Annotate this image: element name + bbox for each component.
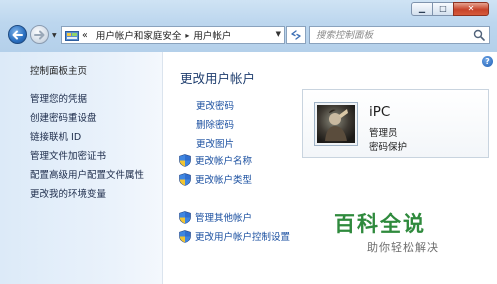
refresh-button[interactable]: [286, 26, 306, 44]
forward-button[interactable]: [30, 25, 49, 44]
forward-arrow-icon: [34, 30, 45, 39]
history-dropdown-icon[interactable]: ▼: [52, 32, 57, 39]
search-icon[interactable]: [473, 29, 485, 41]
breadcrumb-user-accounts[interactable]: 用户帐户: [193, 28, 231, 42]
address-bar[interactable]: « 用户帐户和家庭安全 ▸ 用户帐户 ▼: [61, 26, 285, 44]
change-account-type-label: 更改帐户类型: [195, 175, 253, 186]
user-account-card: iPC 管理员 密码保护: [302, 89, 489, 158]
nav-manage-credentials[interactable]: 管理您的凭据: [30, 91, 87, 105]
maximize-button[interactable]: □: [432, 2, 454, 16]
user-name: iPC: [369, 104, 391, 120]
maximize-icon: □: [439, 4, 447, 13]
control-panel-home-link[interactable]: 控制面板主页: [30, 63, 87, 77]
remove-password-link[interactable]: 删除密码: [196, 117, 234, 131]
manage-other-accounts-label: 管理其他帐户: [195, 213, 253, 224]
window-controls: ▁ □ ✕: [411, 2, 489, 16]
address-dropdown-icon[interactable]: ▼: [276, 30, 281, 38]
change-uac-settings-link[interactable]: 更改用户帐户控制设置: [179, 229, 290, 243]
close-icon: ✕: [467, 4, 475, 13]
search-box[interactable]: [309, 26, 490, 44]
change-picture-link[interactable]: 更改图片: [196, 136, 234, 150]
change-password-link[interactable]: 更改密码: [196, 98, 234, 112]
change-uac-settings-label: 更改用户帐户控制设置: [195, 232, 291, 243]
window-titlebar: ▁ □ ✕ ▼ « 用户帐户和家庭安全 ▸ 用户帐户 ▼: [0, 0, 497, 52]
uac-shield-icon: [179, 210, 191, 224]
close-button[interactable]: ✕: [453, 2, 489, 16]
change-account-type-link[interactable]: 更改帐户类型: [179, 172, 252, 186]
page-title: 更改用户帐户: [180, 71, 256, 86]
control-panel-icon: [65, 30, 79, 41]
nav-link-online-id[interactable]: 链接联机 ID: [30, 129, 81, 143]
uac-shield-icon: [179, 172, 191, 186]
breadcrumb-user-accounts-family[interactable]: 用户帐户和家庭安全: [96, 28, 182, 42]
refresh-icon: [291, 30, 301, 40]
manage-other-accounts-link[interactable]: 管理其他帐户: [179, 210, 252, 224]
nav-create-password-reset-disk[interactable]: 创建密码重设盘: [30, 110, 97, 124]
minimize-button[interactable]: ▁: [411, 2, 433, 16]
search-input[interactable]: [314, 28, 468, 42]
main-content: ? 更改用户帐户 更改密码 删除密码 更改图片 更改帐户名称 更改帐户类型 管理…: [163, 52, 497, 284]
user-password-status: 密码保护: [369, 142, 408, 153]
breadcrumb-separator-icon[interactable]: ▸: [185, 31, 189, 40]
user-picture-icon: [317, 105, 355, 143]
nav-change-environment-variables[interactable]: 更改我的环境变量: [30, 186, 106, 200]
uac-shield-icon: [179, 229, 191, 243]
back-arrow-icon: [12, 30, 23, 39]
help-icon[interactable]: ?: [482, 56, 493, 67]
back-button[interactable]: [8, 25, 27, 44]
breadcrumb-overflow[interactable]: «: [82, 30, 88, 41]
avatar: [314, 102, 358, 146]
uac-shield-icon: [179, 153, 191, 167]
left-nav-pane: 控制面板主页 管理您的凭据 创建密码重设盘 链接联机 ID 管理文件加密证书 配…: [0, 52, 163, 284]
change-account-name-link[interactable]: 更改帐户名称: [179, 153, 252, 167]
nav-advanced-user-profile-props[interactable]: 配置高级用户配置文件属性: [30, 167, 144, 181]
user-role: 管理员: [369, 128, 398, 139]
minimize-icon: ▁: [418, 4, 426, 13]
watermark-title: 百科全说: [334, 212, 426, 236]
change-account-name-label: 更改帐户名称: [195, 156, 253, 167]
nav-manage-file-encryption-certs[interactable]: 管理文件加密证书: [30, 148, 106, 162]
watermark-subtitle: 助你轻松解决: [367, 241, 439, 254]
